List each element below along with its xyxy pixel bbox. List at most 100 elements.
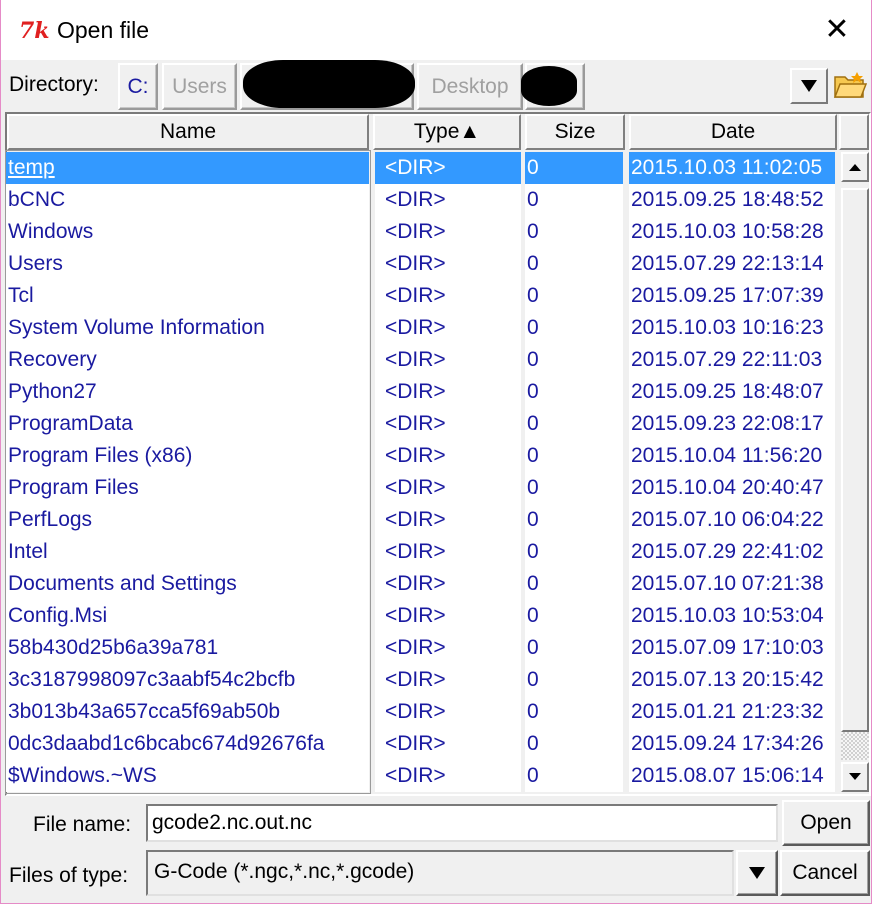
list-item-size[interactable]: 0 [525, 440, 623, 472]
column-header-type[interactable]: Type▲ [373, 114, 521, 150]
list-item-size[interactable]: 0 [525, 696, 623, 728]
list-item-date[interactable]: 2015.09.23 22:08:17 [629, 408, 835, 440]
list-item-type[interactable]: <DIR> [375, 536, 521, 568]
list-item-name[interactable]: 58b430d25b6a39a781 [6, 632, 369, 664]
list-item-type[interactable]: <DIR> [375, 152, 521, 184]
list-item-type[interactable]: <DIR> [375, 216, 521, 248]
list-item-date[interactable]: 2015.10.03 10:53:04 [629, 600, 835, 632]
list-item-date[interactable]: 2015.07.13 20:15:42 [629, 664, 835, 696]
list-item-size[interactable]: 0 [525, 248, 623, 280]
list-item-type[interactable]: <DIR> [375, 344, 521, 376]
list-item-size[interactable]: 0 [525, 632, 623, 664]
list-item-name[interactable]: Program Files (x86) [6, 440, 369, 472]
scroll-up-button[interactable] [841, 152, 869, 182]
list-item-type[interactable]: <DIR> [375, 696, 521, 728]
list-item-type[interactable]: <DIR> [375, 376, 521, 408]
list-item-name[interactable]: temp [6, 152, 369, 184]
list-item-size[interactable]: 0 [525, 536, 623, 568]
new-folder-button[interactable] [831, 66, 869, 104]
list-item-date[interactable]: 2015.10.03 10:58:28 [629, 216, 835, 248]
list-item-size[interactable]: 0 [525, 760, 623, 792]
list-item-date[interactable]: 2015.10.04 11:56:20 [629, 440, 835, 472]
list-item-date[interactable]: 2015.07.10 07:21:38 [629, 568, 835, 600]
list-item-name[interactable]: PerfLogs [6, 504, 369, 536]
close-button[interactable]: ✕ [803, 0, 871, 58]
cancel-button[interactable]: Cancel [780, 850, 870, 896]
list-item-date[interactable]: 2015.10.04 20:40:47 [629, 472, 835, 504]
list-item-type[interactable]: <DIR> [375, 472, 521, 504]
list-item-size[interactable]: 0 [525, 216, 623, 248]
list-item-name[interactable]: Recovery [6, 344, 369, 376]
list-item-size[interactable]: 0 [525, 664, 623, 696]
list-item-date[interactable]: 2015.07.29 22:13:14 [629, 248, 835, 280]
list-item-type[interactable]: <DIR> [375, 728, 521, 760]
list-item-size[interactable]: 0 [525, 344, 623, 376]
list-item-type[interactable]: <DIR> [375, 568, 521, 600]
file-type-dropdown-button[interactable] [736, 850, 778, 896]
list-item-type[interactable]: <DIR> [375, 664, 521, 696]
list-item-date[interactable]: 2015.10.03 10:16:23 [629, 312, 835, 344]
list-item-date[interactable]: 2015.07.09 17:10:03 [629, 632, 835, 664]
path-button-users[interactable]: Users [162, 63, 237, 110]
list-item-name[interactable]: Tcl [6, 280, 369, 312]
list-item-type[interactable]: <DIR> [375, 184, 521, 216]
list-item-name[interactable]: 3c3187998097c3aabf54c2bcfb [6, 664, 369, 696]
list-item-size[interactable]: 0 [525, 152, 623, 184]
path-button-desktop[interactable]: Desktop [417, 63, 523, 110]
list-item-date[interactable]: 2015.09.25 17:07:39 [629, 280, 835, 312]
list-item-type[interactable]: <DIR> [375, 312, 521, 344]
list-item-name[interactable]: Config.Msi [6, 600, 369, 632]
list-item-type[interactable]: <DIR> [375, 248, 521, 280]
list-item-name[interactable]: Intel [6, 536, 369, 568]
list-item-name[interactable]: Python27 [6, 376, 369, 408]
list-item-name[interactable]: $Windows.~WS [6, 760, 369, 792]
list-item-type[interactable]: <DIR> [375, 280, 521, 312]
list-item-type[interactable]: <DIR> [375, 760, 521, 792]
list-item-date[interactable]: 2015.07.29 22:11:03 [629, 344, 835, 376]
list-item-name[interactable]: Program Files [6, 472, 369, 504]
file-type-select[interactable]: G-Code (*.ngc,*.nc,*.gcode) [146, 850, 734, 896]
list-item-name[interactable]: Documents and Settings [6, 568, 369, 600]
list-item-size[interactable]: 0 [525, 568, 623, 600]
list-item-date[interactable]: 2015.08.07 15:06:14 [629, 760, 835, 792]
list-item-name[interactable]: ProgramData [6, 408, 369, 440]
list-item-type[interactable]: <DIR> [375, 600, 521, 632]
list-item-size[interactable]: 0 [525, 280, 623, 312]
scroll-down-button[interactable] [841, 762, 869, 792]
list-item-name[interactable]: 0dc3daabd1c6bcabc674d92676fa [6, 728, 369, 760]
open-button[interactable]: Open [782, 800, 870, 846]
list-item-size[interactable]: 0 [525, 728, 623, 760]
file-name-input[interactable]: gcode2.nc.out.nc [146, 804, 778, 842]
column-header-date[interactable]: Date [629, 114, 837, 150]
list-item-date[interactable]: 2015.01.21 21:23:32 [629, 696, 835, 728]
scroll-thumb[interactable] [841, 188, 869, 732]
list-item-type[interactable]: <DIR> [375, 504, 521, 536]
list-item-size[interactable]: 0 [525, 408, 623, 440]
list-item-type[interactable]: <DIR> [375, 440, 521, 472]
list-item-size[interactable]: 0 [525, 376, 623, 408]
list-item-size[interactable]: 0 [525, 312, 623, 344]
list-item-name[interactable]: System Volume Information [6, 312, 369, 344]
path-button-c[interactable]: C: [118, 63, 158, 110]
list-item-date[interactable]: 2015.09.25 18:48:07 [629, 376, 835, 408]
list-item-date[interactable]: 2015.07.29 22:41:02 [629, 536, 835, 568]
list-item-size[interactable]: 0 [525, 184, 623, 216]
list-item-date[interactable]: 2015.07.10 06:04:22 [629, 504, 835, 536]
column-header-size[interactable]: Size [525, 114, 625, 150]
vertical-scrollbar[interactable] [839, 152, 869, 792]
list-item-date[interactable]: 2015.09.24 17:34:26 [629, 728, 835, 760]
list-item-name[interactable]: Windows [6, 216, 369, 248]
list-item-name[interactable]: 3b013b43a657cca5f69ab50b [6, 696, 369, 728]
list-item-size[interactable]: 0 [525, 504, 623, 536]
column-header-name[interactable]: Name [7, 114, 369, 150]
scroll-trough[interactable] [841, 732, 869, 760]
list-item-size[interactable]: 0 [525, 600, 623, 632]
list-item-size[interactable]: 0 [525, 472, 623, 504]
list-item-date[interactable]: 2015.10.03 11:02:05 [629, 152, 835, 184]
directory-dropdown-button[interactable] [790, 68, 828, 104]
list-item-type[interactable]: <DIR> [375, 632, 521, 664]
list-item-name[interactable]: bCNC [6, 184, 369, 216]
list-item-date[interactable]: 2015.09.25 18:48:52 [629, 184, 835, 216]
list-item-name[interactable]: Users [6, 248, 369, 280]
list-item-type[interactable]: <DIR> [375, 408, 521, 440]
